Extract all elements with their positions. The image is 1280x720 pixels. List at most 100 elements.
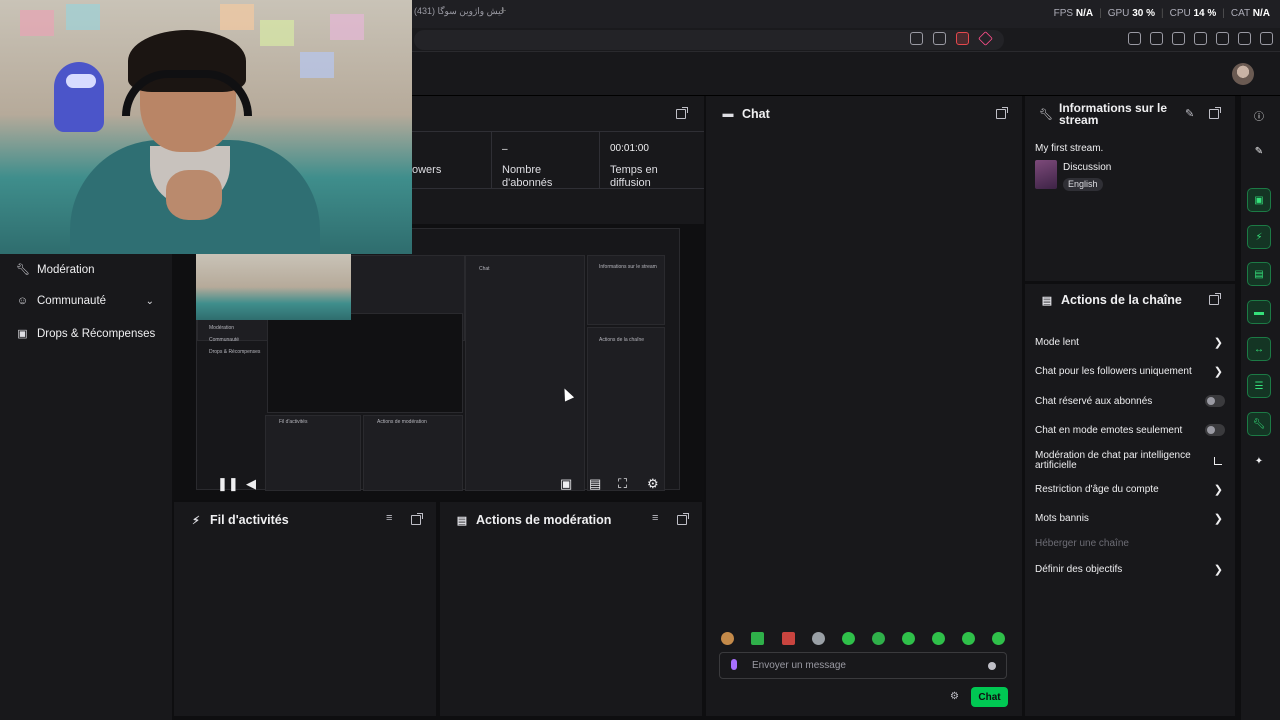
chevron-right-icon: ❯ bbox=[1213, 484, 1223, 496]
activity-feed-panel: ⚡︎ Fil d'activités ≡ bbox=[174, 502, 436, 716]
server-action-icon[interactable]: ☰ bbox=[1247, 374, 1271, 398]
emote-icon[interactable] bbox=[872, 632, 885, 645]
nested-webcam-preview bbox=[196, 254, 351, 320]
settings-icon[interactable]: ⚙ bbox=[647, 476, 659, 492]
sidebar-item-community[interactable]: ☺ Communauté ⌄ bbox=[16, 295, 166, 307]
panel-title: Fil d'activités bbox=[210, 513, 289, 527]
leo-ai-icon[interactable] bbox=[1216, 32, 1229, 45]
sidebar-item-drops[interactable]: ▣ Drops & Récompenses bbox=[16, 327, 166, 341]
add-action-icon[interactable]: ✦ bbox=[1247, 449, 1271, 473]
info-icon[interactable]: ⓘ bbox=[1247, 103, 1271, 127]
chevron-right-icon: ❯ bbox=[1213, 337, 1223, 349]
emote-only-toggle[interactable] bbox=[1205, 424, 1225, 436]
followers-only-row[interactable]: Chat pour les followers uniquement ❯ bbox=[1035, 366, 1227, 378]
microphone-icon[interactable] bbox=[731, 659, 737, 670]
subscribers-only-toggle[interactable] bbox=[1205, 395, 1225, 407]
host-channel-row: Héberger une chaîne bbox=[1035, 538, 1129, 549]
panel-title: Chat bbox=[742, 107, 770, 121]
emote-icon[interactable] bbox=[751, 632, 764, 645]
rewards-icon[interactable] bbox=[978, 31, 993, 46]
stream-info-panel: 🔧︎ Informations sur le stream ✎ bbox=[1025, 96, 1235, 281]
vpn-icon[interactable] bbox=[1238, 32, 1251, 45]
avatar[interactable] bbox=[1232, 63, 1254, 85]
popout-icon[interactable] bbox=[996, 107, 1008, 119]
popout-icon[interactable] bbox=[411, 513, 423, 525]
emote-icon[interactable] bbox=[962, 632, 975, 645]
emote-icon[interactable] bbox=[932, 632, 945, 645]
chat-panel: ▬ Chat bbox=[706, 96, 1022, 716]
mod-actions-panel: ▤ Actions de modération ≡ bbox=[440, 502, 702, 716]
subs-label: Nombre d'abonnés bbox=[502, 164, 553, 189]
webcam-overlay bbox=[0, 0, 412, 254]
emote-icon[interactable] bbox=[782, 632, 795, 645]
emote-picker-icon[interactable] bbox=[988, 662, 996, 670]
emote-icon[interactable] bbox=[992, 632, 1005, 645]
chevron-right-icon: ❯ bbox=[1213, 366, 1223, 378]
picture-in-picture-icon[interactable]: ▣ bbox=[560, 476, 572, 492]
chat-bubble-icon: ▬ bbox=[722, 108, 734, 120]
share-icon[interactable] bbox=[933, 32, 946, 45]
popout-icon[interactable] bbox=[677, 513, 689, 525]
menu-icon[interactable] bbox=[1260, 32, 1273, 45]
panel-title: Actions de la chaîne bbox=[1061, 293, 1182, 307]
fullscreen-icon[interactable]: ⛶ bbox=[618, 476, 627, 492]
music-icon[interactable] bbox=[1150, 32, 1163, 45]
emote-icon[interactable] bbox=[812, 632, 825, 645]
stream-stats-panel bbox=[412, 96, 704, 224]
age-restriction-row[interactable]: Restriction d'âge du compte ❯ bbox=[1035, 484, 1227, 496]
emote-icon[interactable] bbox=[842, 632, 855, 645]
gpu-stat: GPU 30 % bbox=[1107, 8, 1155, 19]
slow-mode-row[interactable]: Mode lent ❯ bbox=[1035, 337, 1227, 349]
banned-words-row[interactable]: Mots bannis ❯ bbox=[1035, 514, 1227, 525]
chat-action-icon[interactable]: ▬ bbox=[1247, 300, 1271, 324]
panel-title: Informations sur le stream bbox=[1059, 101, 1168, 127]
filter-icon[interactable]: ≡ bbox=[652, 512, 658, 524]
pause-icon[interactable]: ❚❚ bbox=[217, 476, 239, 492]
sidebar-item-moderation[interactable]: 🔧︎ Modération bbox=[16, 263, 166, 277]
wrench-icon: 🔧︎ bbox=[16, 264, 30, 276]
volume-icon[interactable]: ◀ bbox=[246, 476, 256, 492]
translate-icon[interactable] bbox=[910, 32, 923, 45]
channel-actions-panel: ▤ Actions de la chaîne bbox=[1025, 284, 1235, 716]
new-tab-button[interactable]: + bbox=[500, 5, 506, 17]
clip-icon[interactable]: ▤ bbox=[589, 476, 601, 492]
emote-only-row: Chat en mode emotes seulement bbox=[1035, 424, 1227, 436]
document-icon: ▤ bbox=[456, 514, 468, 527]
edit-pencil-icon[interactable]: ✎ bbox=[1185, 107, 1194, 120]
browser-tab[interactable]: لیش واژوین سوگا (431) bbox=[414, 6, 504, 17]
ai-moderation-row[interactable]: Modération de chat par intelligence arti… bbox=[1035, 451, 1210, 471]
subscribers-only-row: Chat réservé aux abonnés bbox=[1035, 395, 1227, 407]
sidebar-toggle-icon[interactable] bbox=[1172, 32, 1185, 45]
cpu-stat: CPU 14 % bbox=[1169, 8, 1217, 19]
stream-time-value: 00:01:00 bbox=[610, 143, 649, 154]
edit-icon[interactable]: ✎ bbox=[1247, 139, 1271, 163]
category-thumbnail bbox=[1035, 160, 1057, 189]
wrench-action-icon[interactable]: 🔧︎ bbox=[1247, 412, 1271, 436]
screenshot-icon[interactable] bbox=[1128, 32, 1141, 45]
lightning-icon: ⚡︎ bbox=[192, 514, 200, 527]
popout-icon[interactable] bbox=[1209, 107, 1221, 119]
subs-value: – bbox=[502, 144, 508, 155]
chat-placeholder: Envoyer un message bbox=[752, 660, 846, 671]
raid-action-icon[interactable]: ↔ bbox=[1247, 337, 1271, 361]
stream-category: Discussion bbox=[1063, 162, 1112, 173]
popout-icon[interactable] bbox=[676, 107, 688, 119]
people-icon: ☺ bbox=[16, 295, 29, 307]
fps-stat: FPS N/A bbox=[1053, 8, 1094, 19]
chevron-right-icon: ❯ bbox=[1213, 564, 1223, 576]
emote-icon[interactable] bbox=[721, 632, 734, 645]
wallet-icon[interactable] bbox=[1194, 32, 1207, 45]
popout-icon[interactable] bbox=[1209, 293, 1221, 305]
emote-icon[interactable] bbox=[902, 632, 915, 645]
clip-action-icon[interactable]: ▣ bbox=[1247, 188, 1271, 212]
chat-send-button[interactable]: Chat bbox=[971, 687, 1008, 707]
filter-icon[interactable]: ≡ bbox=[386, 512, 392, 524]
set-goals-row[interactable]: Définir des objectifs ❯ bbox=[1035, 564, 1227, 576]
external-link-icon[interactable] bbox=[1214, 457, 1222, 465]
brave-shield-icon[interactable] bbox=[956, 32, 969, 45]
lightning-action-icon[interactable]: ⚡︎ bbox=[1247, 225, 1271, 249]
notes-action-icon[interactable]: ▤ bbox=[1247, 262, 1271, 286]
sidebar-item-label: Drops & Récompenses bbox=[37, 327, 156, 340]
performance-stats: FPS N/A | GPU 30 % | CPU 14 % | CAT N/A bbox=[1053, 8, 1270, 19]
chat-settings-icon[interactable]: ⚙ bbox=[950, 691, 959, 702]
